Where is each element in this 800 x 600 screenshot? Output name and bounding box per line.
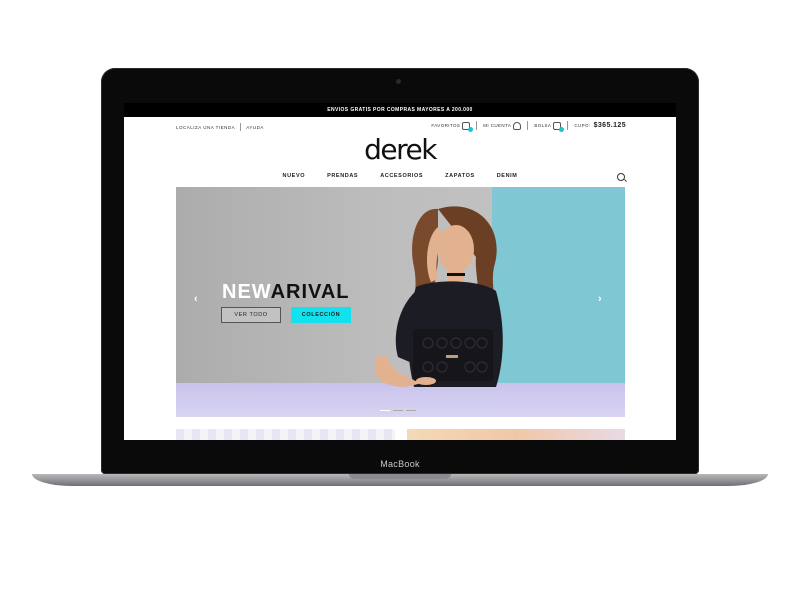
account-link[interactable]: MI CUENTA [483, 121, 522, 130]
carousel-dot[interactable] [380, 410, 390, 411]
divider [476, 121, 478, 130]
browser-screen: ENVIOS GRATIS POR COMPRAS MAYORES A 200.… [124, 103, 676, 440]
carousel-next-icon[interactable]: › [598, 293, 602, 305]
view-all-button[interactable]: VER TODO [221, 307, 281, 323]
category-thumbnail[interactable] [407, 429, 625, 440]
headline-light: NEW [222, 281, 271, 303]
utility-links-right: FAVORITOS MI CUENTA BOLSA CUPO: $365.125 [431, 121, 626, 132]
nav-item-nuevo[interactable]: NUEVO [283, 173, 306, 179]
heart-icon [462, 121, 474, 132]
collection-button[interactable]: COLECCIÓN [291, 307, 351, 323]
bag-icon [553, 121, 565, 132]
utility-links-left: LOCALIZA UNA TIENDA AYUDA [176, 123, 264, 131]
carousel-dot[interactable] [406, 410, 416, 411]
account-label: MI CUENTA [483, 123, 512, 128]
user-icon [513, 121, 522, 130]
laptop-notch [349, 474, 451, 479]
carousel-indicators [380, 410, 416, 411]
carousel-dot[interactable] [393, 410, 403, 411]
store-locator-link[interactable]: LOCALIZA UNA TIENDA [176, 125, 235, 130]
category-thumbnails [176, 429, 625, 440]
favorites-label: FAVORITOS [431, 123, 461, 128]
credit-value: $365.125 [593, 122, 626, 129]
divider [527, 121, 529, 130]
count-badge [468, 126, 474, 132]
bag-label: BOLSA [534, 123, 552, 128]
divider [567, 121, 569, 130]
credit-info: CUPO: $365.125 [574, 122, 626, 129]
divider [240, 123, 242, 131]
nav-item-accesorios[interactable]: ACCESORIOS [380, 173, 423, 179]
category-thumbnail[interactable] [176, 429, 395, 440]
nav-item-prendas[interactable]: PRENDAS [327, 173, 358, 179]
credit-label: CUPO: [574, 123, 591, 128]
help-link[interactable]: AYUDA [246, 125, 264, 130]
main-nav: NUEVO PRENDAS ACCESORIOS ZAPATOS DENIM [124, 173, 676, 179]
nav-item-denim[interactable]: DENIM [497, 173, 518, 179]
camera-icon [396, 79, 401, 84]
search-icon[interactable] [617, 173, 625, 181]
nav-item-zapatos[interactable]: ZAPATOS [445, 173, 475, 179]
site-logo[interactable]: derek [124, 133, 676, 166]
device-brand-label: MacBook [380, 459, 420, 469]
promo-bar: ENVIOS GRATIS POR COMPRAS MAYORES A 200.… [124, 103, 676, 117]
hero-banner: ‹ › NEWARIVAL VER TODO COLECCIÓN [176, 187, 625, 417]
headline-dark: ARIVAL [270, 281, 350, 303]
carousel-prev-icon[interactable]: ‹ [194, 293, 198, 305]
bag-link[interactable]: BOLSA [534, 121, 565, 132]
count-badge [559, 126, 565, 132]
favorites-link[interactable]: FAVORITOS [431, 121, 474, 132]
hero-headline: NEWARIVAL [222, 281, 350, 304]
